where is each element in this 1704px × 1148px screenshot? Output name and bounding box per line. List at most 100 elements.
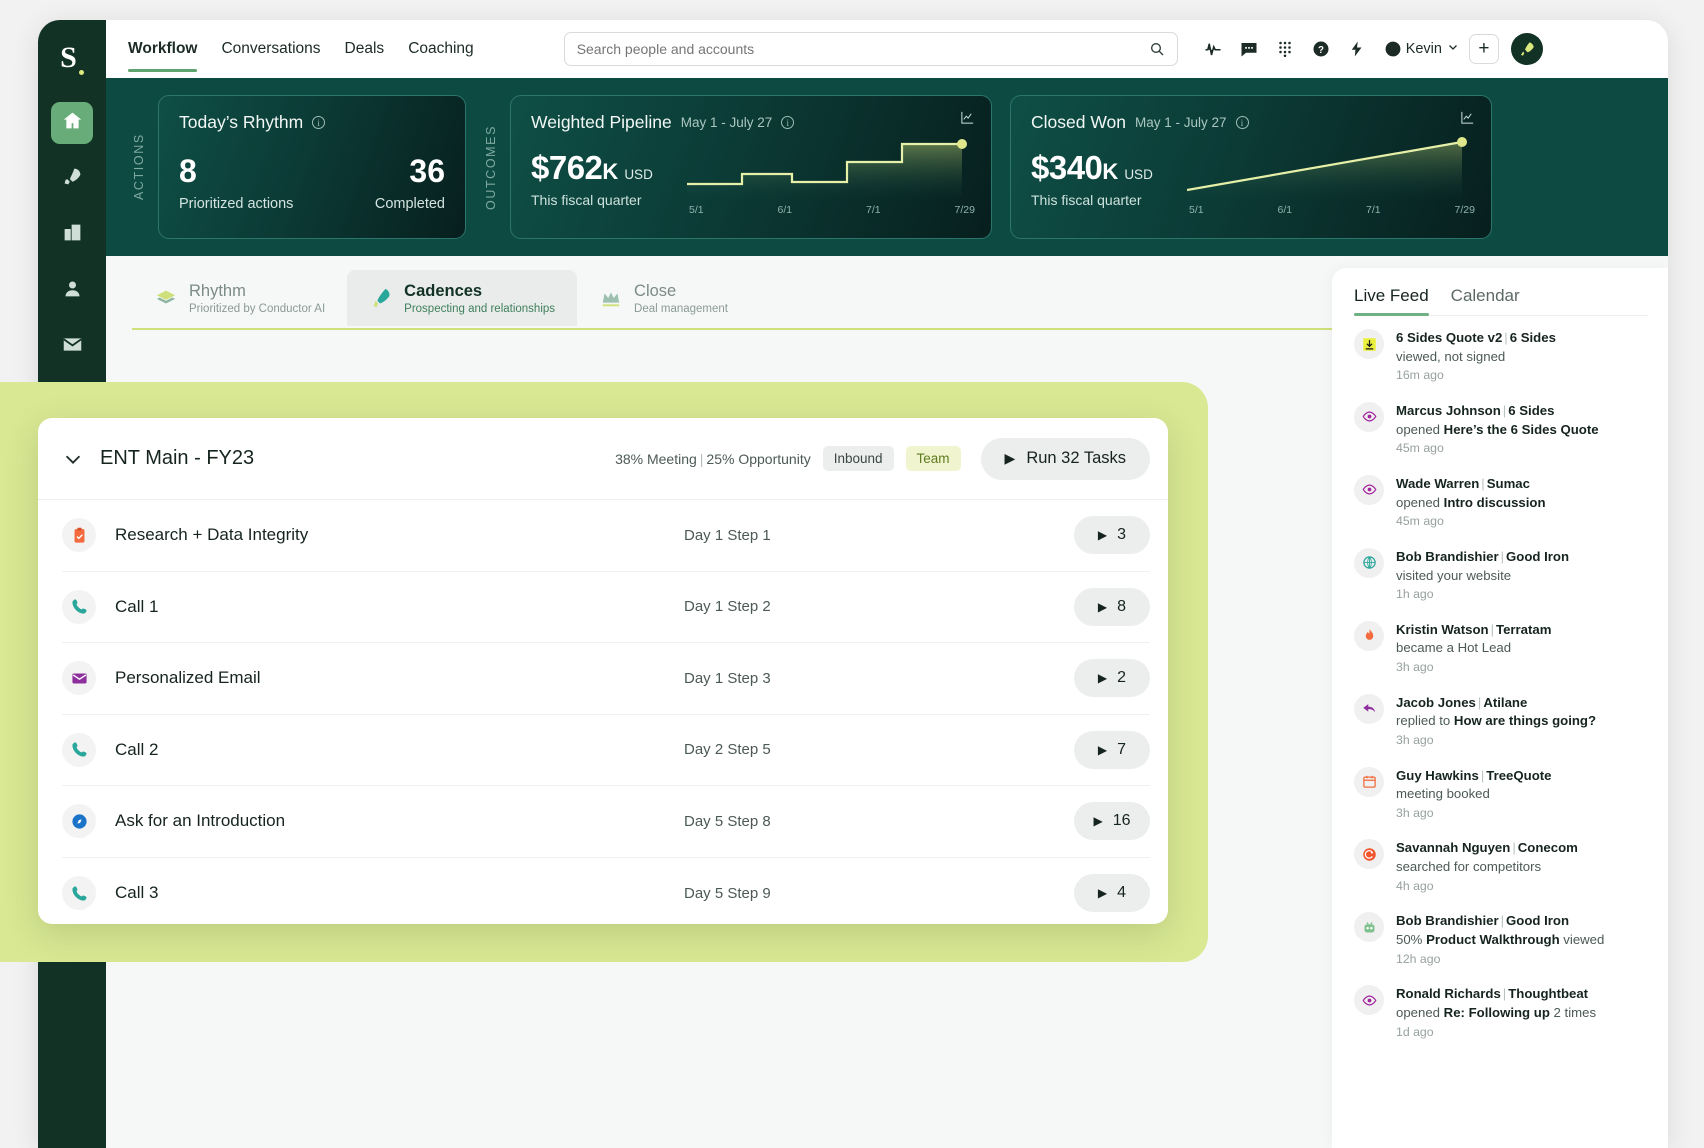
dialpad-icon[interactable] [1276, 40, 1294, 58]
opportunity-stat: 25% Opportunity [706, 451, 810, 467]
cadence-step-schedule: Day 5 Step 8 [684, 813, 771, 830]
tab-rhythm-label: Rhythm [189, 282, 325, 301]
cadence-step-row[interactable]: Personalized EmailDay 1 Step 3▶2 [62, 643, 1150, 715]
feed-item-account: TreeQuote [1486, 768, 1551, 783]
feed-item[interactable]: Kristin Watson|Terratambecame a Hot Lead… [1354, 621, 1648, 677]
feed-item-action-pre: opened [1396, 422, 1444, 437]
chevron-down-icon[interactable] [62, 448, 84, 470]
search-icon[interactable] [1149, 41, 1165, 57]
user-menu[interactable]: Kevin [1406, 41, 1459, 57]
nav-item-deals[interactable]: Deals [345, 20, 385, 78]
feed-item[interactable]: Wade Warren|Sumacopened Intro discussion… [1354, 475, 1648, 531]
closed-won-unit: K [1102, 159, 1118, 185]
feed-item-name: Savannah Nguyen [1396, 840, 1510, 855]
info-icon[interactable]: i [781, 116, 794, 129]
help-icon[interactable]: ? [1312, 40, 1330, 58]
feed-item[interactable]: Savannah Nguyen|Conecomsearched for comp… [1354, 839, 1648, 895]
tag-inbound[interactable]: Inbound [823, 446, 894, 471]
feed-item-description: viewed, not signed [1396, 348, 1556, 367]
activity-icon[interactable] [1204, 40, 1222, 58]
cadence-header-right: 38% Meeting|25% Opportunity Inbound Team… [615, 438, 1150, 480]
feed-item-separator: | [1479, 476, 1486, 491]
feed-item-time: 4h ago [1396, 878, 1578, 895]
user-name: Kevin [1406, 41, 1442, 57]
rocket-icon [369, 287, 393, 309]
cadence-step-schedule: Day 2 Step 5 [684, 741, 771, 758]
feed-item-action-pre: became a Hot Lead [1396, 640, 1511, 655]
info-icon[interactable]: i [312, 116, 325, 129]
feed-item[interactable]: Ronald Richards|Thoughtbeatopened Re: Fo… [1354, 985, 1648, 1041]
cadence-step-label: Call 3 [115, 883, 158, 903]
axis-tick: 6/1 [778, 204, 793, 216]
download-icon [1354, 329, 1384, 359]
prioritized-actions-label: Prioritized actions [179, 196, 293, 212]
tab-live-feed[interactable]: Live Feed [1354, 286, 1429, 315]
cadence-step-label: Research + Data Integrity [115, 525, 308, 545]
completed-kpi: 36 Completed [375, 155, 445, 212]
cadence-step-run-button[interactable]: ▶2 [1074, 659, 1150, 697]
tab-rhythm[interactable]: Rhythm Prioritized by Conductor AI [132, 270, 347, 326]
cadence-step-row[interactable]: Call 2Day 2 Step 5▶7 [62, 715, 1150, 787]
cadence-step-run-button[interactable]: ▶3 [1074, 516, 1150, 554]
top-icon-group: ? [1204, 40, 1402, 58]
cadence-step-row[interactable]: Call 1Day 1 Step 2▶8 [62, 572, 1150, 644]
rocket-icon [62, 166, 83, 192]
tab-cadences[interactable]: Cadences Prospecting and relationships [347, 270, 577, 326]
feed-item-description: opened Re: Following up 2 times [1396, 1004, 1596, 1023]
weighted-pipeline-card[interactable]: Weighted Pipeline May 1 - July 27 i $762… [510, 95, 992, 239]
feed-item[interactable]: 6 Sides Quote v2|6 Sidesviewed, not sign… [1354, 329, 1648, 385]
cadence-step-row[interactable]: Call 3Day 5 Step 9▶4 [62, 858, 1150, 925]
chart-icon[interactable] [960, 110, 975, 125]
cadence-step-row[interactable]: Ask for an IntroductionDay 5 Step 8▶16 [62, 786, 1150, 858]
sidebar-item-home[interactable] [51, 102, 93, 144]
feed-item-action-subject: Intro discussion [1444, 495, 1546, 510]
app-logo[interactable]: S [38, 28, 106, 88]
tag-team[interactable]: Team [906, 446, 961, 471]
run-tasks-button[interactable]: ▶ Run 32 Tasks [981, 438, 1150, 480]
sidebar-item-email[interactable] [51, 326, 93, 368]
cadence-step-run-button[interactable]: ▶4 [1074, 874, 1150, 912]
stat-separator: | [697, 451, 707, 467]
prioritized-actions-value: 8 [179, 155, 293, 187]
sidebar-item-people[interactable] [51, 270, 93, 312]
feed-item-action-pre: visited your website [1396, 568, 1511, 583]
nav-item-conversations[interactable]: Conversations [221, 20, 320, 78]
cadence-step-row[interactable]: Research + Data IntegrityDay 1 Step 1▶3 [62, 500, 1150, 572]
nav-item-coaching[interactable]: Coaching [408, 20, 474, 78]
chart-icon[interactable] [1460, 110, 1475, 125]
weighted-pipeline-range: May 1 - July 27 [681, 115, 773, 130]
feed-item[interactable]: Bob Brandishier|Good Ironvisited your we… [1354, 548, 1648, 604]
prioritized-actions-kpi: 8 Prioritized actions [179, 155, 293, 212]
cadence-step-run-button[interactable]: ▶7 [1074, 731, 1150, 769]
weighted-pipeline-amount: $762 [531, 149, 602, 187]
envelope-icon [62, 661, 96, 695]
add-button[interactable]: + [1469, 34, 1499, 64]
closed-won-chart: 5/1 6/1 7/1 7/29 [1187, 130, 1477, 222]
tab-calendar[interactable]: Calendar [1451, 286, 1520, 315]
feed-item-action-subject: How are things going? [1454, 713, 1596, 728]
todays-rhythm-card[interactable]: Today’s Rhythm i 8 Prioritized actions 3… [158, 95, 466, 239]
feed-list: 6 Sides Quote v2|6 Sidesviewed, not sign… [1354, 329, 1648, 1041]
cadence-step-run-button[interactable]: ▶16 [1074, 802, 1150, 840]
compass-icon[interactable] [1384, 40, 1402, 58]
bolt-icon[interactable] [1348, 40, 1366, 58]
feed-item[interactable]: Marcus Johnson|6 Sidesopened Here’s the … [1354, 402, 1648, 458]
feed-item-name: Bob Brandishier [1396, 913, 1499, 928]
envelope-icon [62, 334, 83, 360]
cadence-step-run-button[interactable]: ▶8 [1074, 588, 1150, 626]
sidebar-item-accounts[interactable] [51, 214, 93, 256]
info-icon[interactable]: i [1236, 116, 1249, 129]
search-input[interactable] [577, 41, 1149, 57]
feed-item[interactable]: Jacob Jones|Atilanereplied to How are th… [1354, 694, 1648, 750]
chat-icon[interactable] [1240, 40, 1258, 58]
feed-item[interactable]: Bob Brandishier|Good Iron50% Product Wal… [1354, 912, 1648, 968]
closed-won-card[interactable]: Closed Won May 1 - July 27 i $340 K USD … [1010, 95, 1492, 239]
avatar[interactable] [1511, 33, 1543, 65]
feed-item[interactable]: Guy Hawkins|TreeQuotemeeting booked3h ag… [1354, 767, 1648, 823]
nav-item-workflow[interactable]: Workflow [128, 20, 197, 78]
feed-item-action-subject: Here’s the 6 Sides Quote [1444, 422, 1599, 437]
axis-tick: 5/1 [1189, 204, 1204, 216]
sidebar-item-rocket[interactable] [51, 158, 93, 200]
search-box[interactable] [564, 32, 1178, 66]
tab-close[interactable]: Close Deal management [577, 270, 750, 326]
